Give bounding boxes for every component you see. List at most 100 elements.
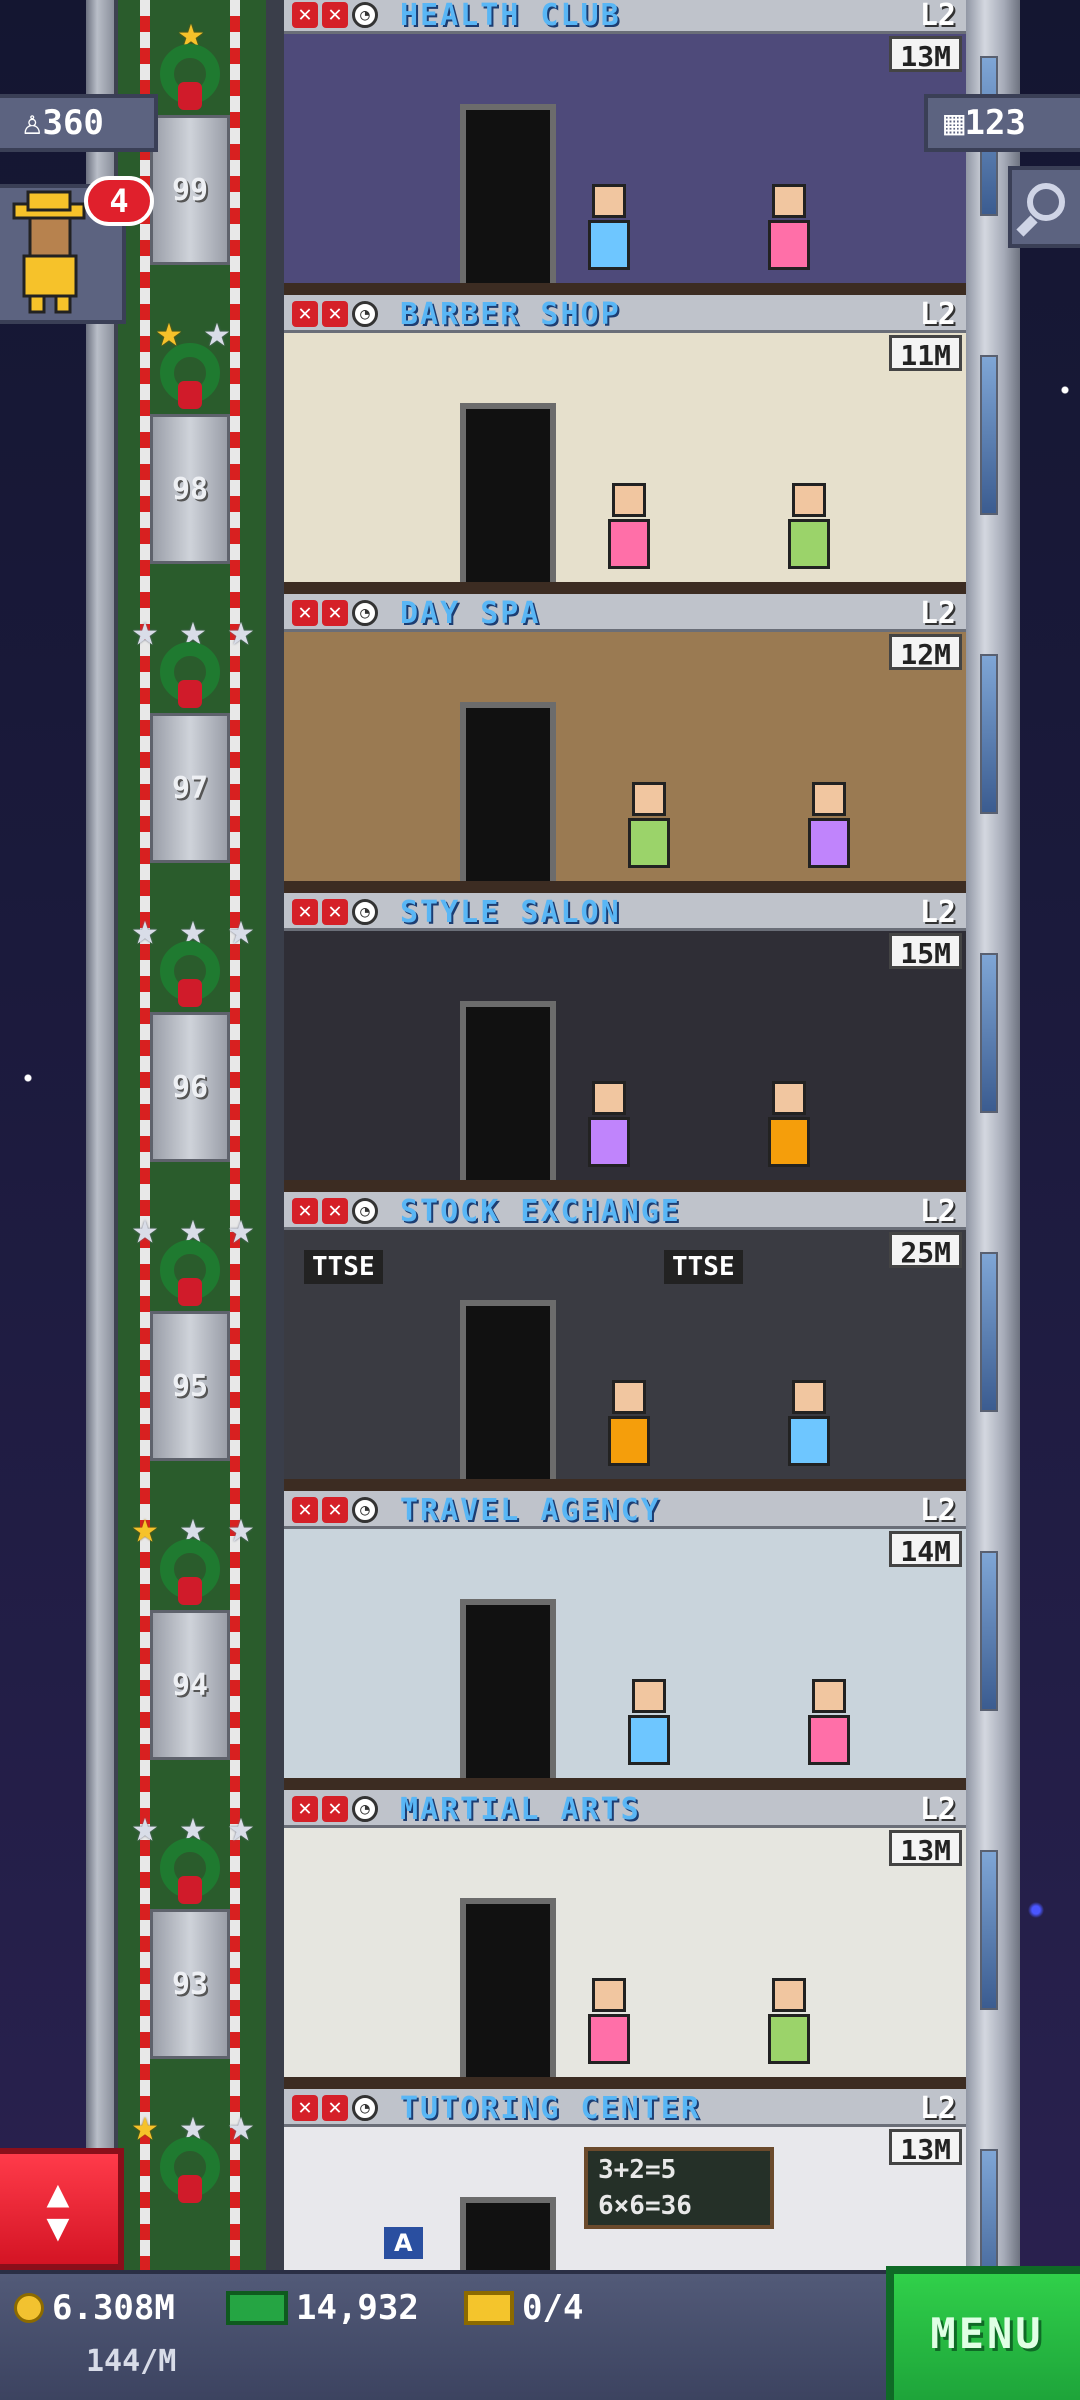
elevator-stop[interactable]: 97 (150, 713, 230, 863)
floor-header[interactable]: ✕ ✕ ◔ BARBER SHOP L2 (284, 295, 966, 333)
resident-head (632, 782, 666, 816)
search-button[interactable] (1008, 166, 1080, 248)
floor-name: TRAVEL AGENCY (400, 1493, 661, 1528)
tower-window (980, 654, 998, 814)
elevator-stop[interactable]: 98 (150, 414, 230, 564)
resident-body (628, 1715, 670, 1765)
floor-room[interactable] (284, 1828, 966, 2089)
floor-level: L2 (919, 596, 956, 631)
x-icon: ✕ (322, 1198, 348, 1224)
tower-left-wall (86, 0, 118, 2270)
floor-price: 13M (889, 1830, 962, 1867)
resident-head (592, 1081, 626, 1115)
population-counter[interactable]: ♙360 (0, 94, 158, 152)
resident[interactable] (624, 1679, 674, 1769)
tower-window (980, 953, 998, 1113)
floor-room[interactable] (284, 1529, 966, 1790)
elevator-stop[interactable]: 93 (150, 1909, 230, 2059)
floor-room[interactable]: TTSE TTSE (284, 1230, 966, 1491)
resident-head (812, 782, 846, 816)
elevator-stop[interactable]: 95 (150, 1311, 230, 1461)
resident-head (612, 1380, 646, 1414)
floor[interactable]: ✕ ✕ ◔ DAY SPA L2 12M (284, 594, 966, 893)
elevator-floor-number: 95 (171, 1369, 209, 1404)
clock-icon: ◔ (352, 899, 378, 925)
coin-icon (14, 2293, 44, 2323)
resident[interactable] (584, 1081, 634, 1171)
elevator-stop[interactable]: 96 (150, 1012, 230, 1162)
elevator-stop[interactable]: 94 (150, 1610, 230, 1760)
elevator-control-button[interactable]: ▲ ▼ (0, 2148, 124, 2270)
floor[interactable]: ✕ ✕ ◔ STOCK EXCHANGE L2 TTSE TTSE 25M (284, 1192, 966, 1491)
bux-balance[interactable]: 14,932 (226, 2288, 419, 2328)
floor-name: BARBER SHOP (400, 297, 621, 332)
floor-status-icons: ✕ ✕ ◔ (292, 899, 378, 925)
floor[interactable]: ✕ ✕ ◔ BARBER SHOP L2 11M (284, 295, 966, 594)
floor-room[interactable] (284, 632, 966, 893)
floor-level: L2 (919, 0, 956, 33)
floor-price: 11M (889, 335, 962, 372)
x-icon: ✕ (322, 1497, 348, 1523)
elevator-floor-number: 93 (171, 1967, 209, 2002)
floor-header[interactable]: ✕ ✕ ◔ TRAVEL AGENCY L2 (284, 1491, 966, 1529)
floor-price: 13M (889, 36, 962, 73)
resident-head (592, 1978, 626, 2012)
up-down-arrows-icon: ▲ ▼ (46, 2171, 70, 2249)
resident[interactable] (584, 184, 634, 274)
floor[interactable]: ✕ ✕ ◔ MARTIAL ARTS L2 13M (284, 1790, 966, 2089)
floor-header[interactable]: ✕ ✕ ◔ MARTIAL ARTS L2 (284, 1790, 966, 1828)
tower-inner-column (266, 0, 284, 2270)
floor-header[interactable]: ✕ ✕ ◔ DAY SPA L2 (284, 594, 966, 632)
floor-header[interactable]: ✕ ✕ ◔ TUTORING CENTER L2 (284, 2089, 966, 2127)
resident[interactable] (604, 1380, 654, 1470)
holiday-wreath (150, 30, 230, 126)
resident-head (792, 483, 826, 517)
golden-ticket-balance[interactable]: 0/4 (464, 2288, 583, 2328)
clock-icon: ◔ (352, 1198, 378, 1224)
clock-icon: ◔ (352, 301, 378, 327)
tower-window (980, 1850, 998, 2010)
resident-head (632, 1679, 666, 1713)
door (460, 1001, 556, 1181)
tower-window (980, 355, 998, 515)
bux-icon (226, 2291, 288, 2325)
door (460, 403, 556, 583)
coin-balance[interactable]: 6.308M (14, 2288, 175, 2328)
resident[interactable] (584, 1978, 634, 2068)
floor[interactable]: ✕ ✕ ◔ STYLE SALON L2 15M (284, 893, 966, 1192)
coin-value: 6.308M (52, 2288, 175, 2328)
ticket-value: 0/4 (522, 2288, 584, 2328)
resident[interactable] (764, 1978, 814, 2068)
resident[interactable] (624, 782, 674, 872)
elevator-stop[interactable]: 99 (150, 115, 230, 265)
floor[interactable]: ✕ ✕ ◔ HEALTH CLUB L2 13M (284, 0, 966, 295)
resident[interactable] (604, 483, 654, 573)
floor-room[interactable] (284, 931, 966, 1192)
floor-room[interactable] (284, 333, 966, 594)
resident[interactable] (804, 1679, 854, 1769)
wreath-bow (178, 680, 202, 708)
floor-counter[interactable]: ▦123 (924, 94, 1080, 152)
floor-baseboard (284, 881, 966, 893)
floor-baseboard (284, 582, 966, 594)
floor-name: STYLE SALON (400, 895, 621, 930)
resident[interactable] (784, 483, 834, 573)
floor-name: DAY SPA (400, 596, 541, 631)
resident-head (612, 483, 646, 517)
floor-header[interactable]: ✕ ✕ ◔ STYLE SALON L2 (284, 893, 966, 931)
resident[interactable] (764, 1081, 814, 1171)
floor-room[interactable] (284, 34, 966, 295)
holiday-wreath (150, 1525, 230, 1621)
resident[interactable] (764, 184, 814, 274)
resident-head (592, 184, 626, 218)
menu-button[interactable]: MENU (886, 2266, 1080, 2400)
resident-head (812, 1679, 846, 1713)
floor[interactable]: ✕ ✕ ◔ TRAVEL AGENCY L2 14M (284, 1491, 966, 1790)
floor-header[interactable]: ✕ ✕ ◔ STOCK EXCHANGE L2 (284, 1192, 966, 1230)
resident[interactable] (784, 1380, 834, 1470)
resident[interactable] (804, 782, 854, 872)
floor-header[interactable]: ✕ ✕ ◔ HEALTH CLUB L2 (284, 0, 966, 34)
x-icon: ✕ (292, 600, 318, 626)
holiday-wreath (150, 927, 230, 1023)
resident-body (768, 220, 810, 270)
